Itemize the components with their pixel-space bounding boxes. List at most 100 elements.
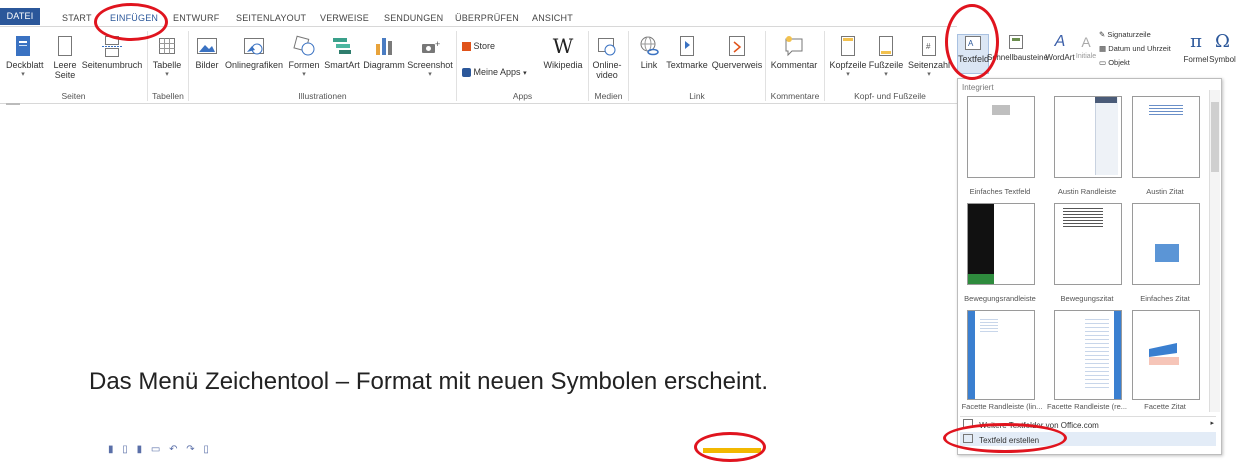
gallery-caption: Bewegungsrandleiste xyxy=(964,294,1036,303)
chevron-down-icon: ▾ xyxy=(302,71,306,78)
object-button[interactable]: ▭ Objekt xyxy=(1099,58,1130,67)
chevron-right-icon: ▸ xyxy=(1210,420,1214,427)
gallery-item-bewegungszitat[interactable] xyxy=(1054,203,1122,285)
table-icon xyxy=(159,38,175,54)
crossref-button[interactable]: Querverweis xyxy=(710,35,764,70)
gallery-item-austin-randleiste[interactable] xyxy=(1054,96,1122,178)
wikipedia-button[interactable]: W Wikipedia xyxy=(540,35,586,70)
equation-label: Formel xyxy=(1183,55,1209,64)
gallery-item-facette-randleiste-rechts[interactable] xyxy=(1054,310,1122,400)
group-header-footer-label: Kopf- und Fußzeile xyxy=(854,91,926,101)
green-band-preview xyxy=(968,274,994,284)
store-icon xyxy=(462,42,471,52)
online-video-button[interactable]: Online- video xyxy=(590,35,624,80)
gallery-item-austin-zitat[interactable] xyxy=(1132,96,1200,178)
store-button[interactable]: Store xyxy=(462,41,495,52)
quick-access-toolbar-partial: ▮ ▯ ▮ ▭ ↶ ↷ ▯ xyxy=(108,444,212,455)
group-links-label: Link xyxy=(689,91,705,101)
online-video-label-1: Online- xyxy=(592,60,622,70)
crossref-icon xyxy=(729,36,745,56)
picture-icon xyxy=(197,38,217,54)
symbol-button[interactable]: Ω Symbol xyxy=(1209,31,1236,65)
table-label: Tabelle xyxy=(152,60,182,70)
date-time-button[interactable]: ▦ Datum und Uhrzeit xyxy=(1099,44,1171,53)
footer-button[interactable]: Fußzeile ▾ xyxy=(868,35,904,78)
header-button[interactable]: Kopfzeile ▾ xyxy=(828,35,868,78)
my-apps-label: Meine Apps xyxy=(473,67,521,77)
chart-button[interactable]: Diagramm xyxy=(362,35,406,70)
coverpage-button[interactable]: Deckblatt ▾ xyxy=(6,35,44,78)
tab-references[interactable]: VERWEISE xyxy=(320,13,369,23)
online-picture-icon xyxy=(244,38,264,55)
table-button[interactable]: Tabelle ▾ xyxy=(150,35,184,78)
highlight-circle-textbox xyxy=(945,4,999,80)
quote-preview xyxy=(1063,208,1103,228)
wordart-button[interactable]: A WordArt xyxy=(1045,33,1075,63)
scrollbar-thumb[interactable] xyxy=(1211,102,1219,172)
object-icon: ▭ xyxy=(1099,58,1107,67)
header-icon xyxy=(841,36,855,56)
symbol-label: Symbol xyxy=(1209,55,1236,64)
facet-band-preview xyxy=(968,311,975,399)
camera-icon: + xyxy=(422,39,440,53)
facet-quote-preview xyxy=(1149,343,1179,365)
link-button[interactable]: Link xyxy=(636,35,662,70)
equation-button[interactable]: π Formel xyxy=(1183,32,1209,65)
gallery-caption: Facette Randleiste (lin... xyxy=(961,402,1043,411)
group-media-label: Medien xyxy=(594,91,623,101)
gallery-item-einfaches-textfeld[interactable] xyxy=(967,96,1035,178)
coverpage-icon xyxy=(16,36,30,56)
wordart-icon: A xyxy=(1054,33,1066,50)
gallery-caption: Einfaches Zitat xyxy=(1140,294,1190,303)
object-label: Objekt xyxy=(1108,58,1130,67)
highlight-circle-bottom xyxy=(694,432,766,462)
omega-icon: Ω xyxy=(1215,31,1230,52)
gallery-caption: Austin Randleiste xyxy=(1057,187,1117,196)
ribbon-tab-bar: DATEI START EINFÜGEN ENTWURF SEITENLAYOU… xyxy=(0,0,1236,26)
page-break-label: Seitenumbruch xyxy=(81,60,143,70)
chart-label: Diagramm xyxy=(363,60,405,70)
dark-sidebar-preview xyxy=(968,204,994,284)
smartart-icon xyxy=(333,38,351,54)
gallery-item-einfaches-zitat[interactable] xyxy=(1132,203,1200,285)
gallery-item-facette-randleiste-links[interactable] xyxy=(967,310,1035,400)
video-icon xyxy=(598,38,616,56)
comment-icon xyxy=(785,36,803,57)
screenshot-button[interactable]: + Screenshot ▾ xyxy=(406,35,454,78)
bookmark-button[interactable]: Textmarke xyxy=(664,35,710,70)
wikipedia-label: Wikipedia xyxy=(543,60,583,70)
shapes-label: Formen xyxy=(288,60,320,70)
chevron-down-icon: ▾ xyxy=(927,71,931,78)
footer-label: Fußzeile xyxy=(868,60,904,70)
comment-button[interactable]: Kommentar xyxy=(768,35,820,70)
group-comments-label: Kommentare xyxy=(770,91,820,101)
signature-line-button[interactable]: ✎ Signaturzeile xyxy=(1099,30,1151,39)
gallery-scrollbar[interactable] xyxy=(1209,90,1220,412)
gallery-item-facette-zitat[interactable] xyxy=(1132,310,1200,400)
gallery-caption: Einfaches Textfeld xyxy=(969,187,1031,196)
my-apps-button[interactable]: Meine Apps ▾ xyxy=(462,67,527,78)
tab-mailings[interactable]: SENDUNGEN xyxy=(384,13,443,23)
dropcap-button[interactable]: A Initiale xyxy=(1074,34,1098,60)
smartart-button[interactable]: SmartArt xyxy=(322,35,362,70)
wordart-label: WordArt xyxy=(1045,53,1075,62)
tab-review[interactable]: ÜBERPRÜFEN xyxy=(455,13,519,23)
gallery-caption: Austin Zitat xyxy=(1146,187,1184,196)
blank-page-button[interactable]: Leere Seite xyxy=(52,35,78,80)
tab-layout[interactable]: SEITENLAYOUT xyxy=(236,13,306,23)
tab-design[interactable]: ENTWURF xyxy=(173,13,219,23)
quote-preview xyxy=(1149,105,1183,115)
online-pictures-button[interactable]: Onlinegrafiken xyxy=(222,35,286,70)
highlight-circle-draw-textbox xyxy=(943,423,1067,453)
pictures-button[interactable]: Bilder xyxy=(193,35,221,70)
sidebar-header-preview xyxy=(1095,97,1117,103)
tab-start[interactable]: START xyxy=(62,13,92,23)
gallery-item-bewegungsrandleiste[interactable] xyxy=(967,203,1035,285)
chevron-down-icon: ▾ xyxy=(523,70,527,77)
group-pages-label: Seiten xyxy=(61,91,86,101)
tab-view[interactable]: ANSICHT xyxy=(532,13,573,23)
chevron-down-icon: ▾ xyxy=(428,71,432,78)
date-time-label: Datum und Uhrzeit xyxy=(1108,44,1171,53)
tab-file[interactable]: DATEI xyxy=(0,8,40,25)
shapes-button[interactable]: Formen ▾ xyxy=(287,35,321,78)
